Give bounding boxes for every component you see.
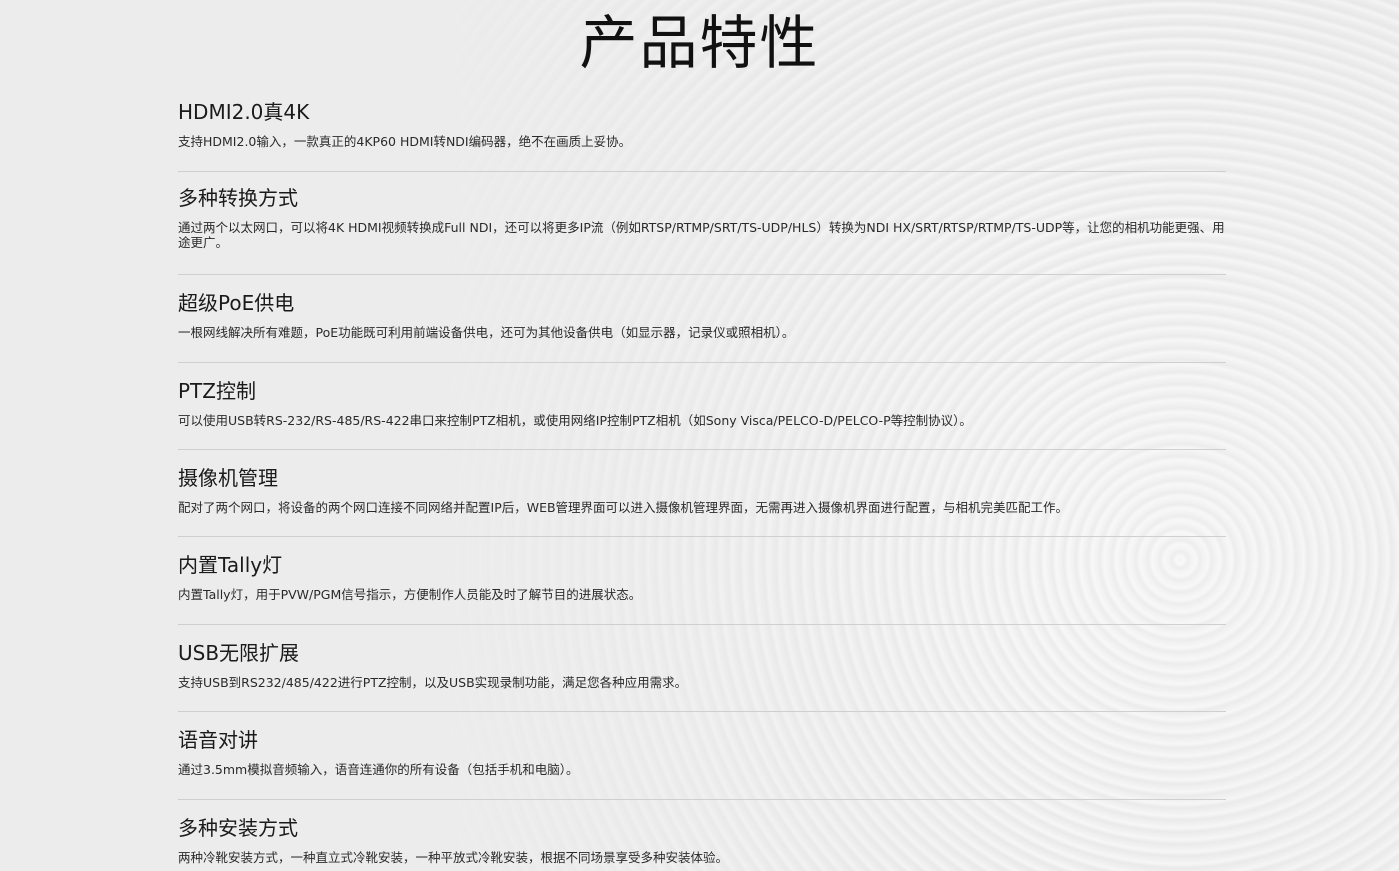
feature-title: 多种转换方式 xyxy=(178,186,298,210)
feature-item-conversion: 多种转换方式 通过两个以太网口，可以将4K HDMI视频转换成Full NDI，… xyxy=(178,172,1226,275)
product-features-section: 产品特性 HDMI2.0真4K 支持HDMI2.0输入，一款真正的4KP60 H… xyxy=(0,0,1399,871)
feature-desc: 内置Tally灯，用于PVW/PGM信号指示，方便制作人员能及时了解节目的进展状… xyxy=(178,587,642,602)
feature-item-camera-management: 摄像机管理 配对了两个网口，将设备的两个网口连接不同网络并配置IP后，WEB管理… xyxy=(178,450,1226,537)
feature-title: PTZ控制 xyxy=(178,379,256,403)
feature-title: HDMI2.0真4K xyxy=(178,100,310,124)
page-title: 产品特性 xyxy=(579,9,820,77)
feature-desc: 配对了两个网口，将设备的两个网口连接不同网络并配置IP后，WEB管理界面可以进入… xyxy=(178,500,1069,515)
feature-title: 内置Tally灯 xyxy=(178,553,283,577)
feature-list: HDMI2.0真4K 支持HDMI2.0输入，一款真正的4KP60 HDMI转N… xyxy=(178,96,1226,871)
feature-desc: 支持HDMI2.0输入，一款真正的4KP60 HDMI转NDI编码器，绝不在画质… xyxy=(178,134,632,149)
feature-desc: 两种冷靴安装方式，一种直立式冷靴安装，一种平放式冷靴安装，根据不同场景享受多种安… xyxy=(178,850,729,865)
feature-title: 摄像机管理 xyxy=(178,466,278,490)
feature-desc: 通过3.5mm模拟音频输入，语音连通你的所有设备（包括手机和电脑）。 xyxy=(178,762,579,777)
feature-title: 多种安装方式 xyxy=(178,816,298,840)
feature-item-mounting: 多种安装方式 两种冷靴安装方式，一种直立式冷靴安装，一种平放式冷靴安装，根据不同… xyxy=(178,800,1226,871)
feature-item-hdmi: HDMI2.0真4K 支持HDMI2.0输入，一款真正的4KP60 HDMI转N… xyxy=(178,96,1226,172)
feature-title: 超级PoE供电 xyxy=(178,291,295,315)
feature-title: USB无限扩展 xyxy=(178,641,300,665)
feature-item-poe: 超级PoE供电 一根网线解决所有难题，PoE功能既可利用前端设备供电，还可为其他… xyxy=(178,275,1226,363)
feature-item-ptz: PTZ控制 可以使用USB转RS-232/RS-485/RS-422串口来控制P… xyxy=(178,363,1226,450)
feature-desc: 通过两个以太网口，可以将4K HDMI视频转换成Full NDI，还可以将更多I… xyxy=(178,220,1225,250)
feature-item-tally: 内置Tally灯 内置Tally灯，用于PVW/PGM信号指示，方便制作人员能及… xyxy=(178,537,1226,625)
feature-item-usb: USB无限扩展 支持USB到RS232/485/422进行PTZ控制，以及USB… xyxy=(178,625,1226,712)
feature-desc: 支持USB到RS232/485/422进行PTZ控制，以及USB实现录制功能，满… xyxy=(178,675,688,690)
feature-desc: 一根网线解决所有难题，PoE功能既可利用前端设备供电，还可为其他设备供电（如显示… xyxy=(178,325,795,340)
feature-item-intercom: 语音对讲 通过3.5mm模拟音频输入，语音连通你的所有设备（包括手机和电脑）。 xyxy=(178,712,1226,800)
feature-title: 语音对讲 xyxy=(178,728,258,752)
feature-desc: 可以使用USB转RS-232/RS-485/RS-422串口来控制PTZ相机，或… xyxy=(178,413,972,428)
